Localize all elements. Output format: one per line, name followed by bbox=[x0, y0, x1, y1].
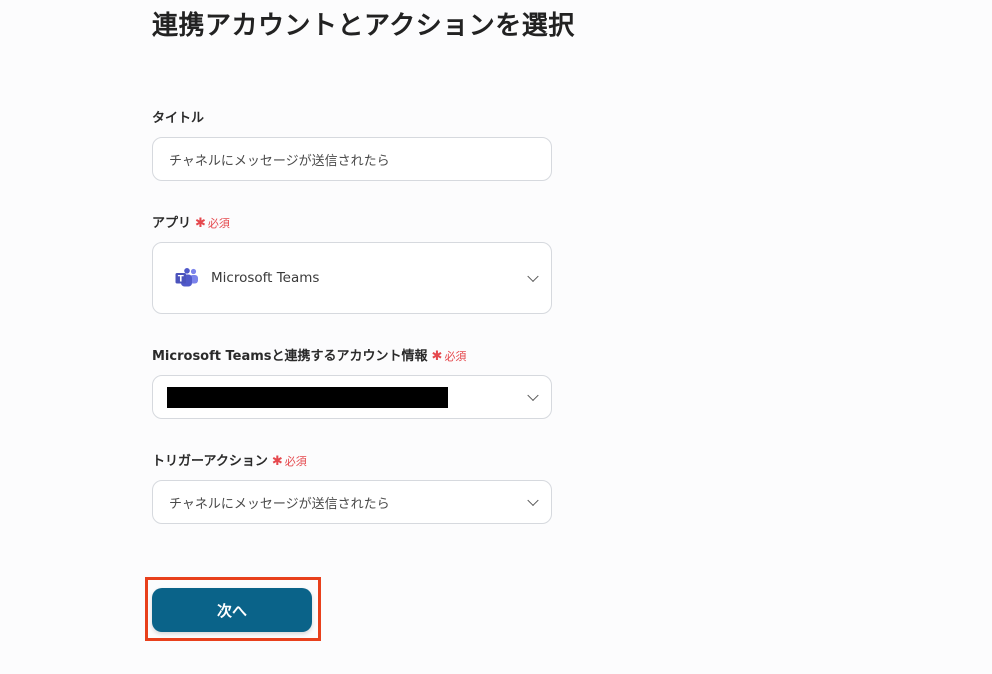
app-field-label: アプリ ✱ 必須 bbox=[152, 215, 230, 233]
required-indicator: ✱ 必須 bbox=[271, 454, 307, 469]
required-indicator: ✱ 必須 bbox=[195, 216, 230, 231]
app-select[interactable]: T Microsoft Teams bbox=[152, 242, 552, 314]
required-asterisk: ✱ bbox=[431, 349, 443, 364]
page-title: 連携アカウントとアクションを選択 bbox=[152, 11, 575, 41]
next-button[interactable]: 次へ bbox=[152, 588, 312, 632]
account-select[interactable] bbox=[152, 375, 552, 419]
required-text: 必須 bbox=[284, 455, 307, 468]
account-label-text: Microsoft Teamsと連携するアカウント情報 bbox=[152, 349, 428, 364]
trigger-select-value: チャネルにメッセージが送信されたら bbox=[169, 496, 390, 512]
trigger-field-label: トリガーアクション ✱ 必須 bbox=[152, 453, 307, 471]
required-asterisk: ✱ bbox=[271, 454, 283, 469]
app-select-value: Microsoft Teams bbox=[211, 270, 320, 286]
title-input-value: チャネルにメッセージが送信されたら bbox=[169, 153, 390, 169]
title-input[interactable]: チャネルにメッセージが送信されたら bbox=[152, 137, 552, 181]
required-indicator: ✱ 必須 bbox=[431, 349, 467, 364]
account-field-label: Microsoft Teamsと連携するアカウント情報 ✱ 必須 bbox=[152, 348, 466, 366]
app-label-text: アプリ bbox=[152, 216, 192, 231]
required-asterisk: ✱ bbox=[195, 216, 206, 231]
chevron-down-icon bbox=[527, 270, 539, 283]
microsoft-teams-icon: T bbox=[175, 268, 199, 288]
required-text: 必須 bbox=[207, 217, 230, 230]
title-field-label: タイトル bbox=[152, 110, 204, 128]
trigger-action-select[interactable]: チャネルにメッセージが送信されたら bbox=[152, 480, 552, 524]
svg-text:T: T bbox=[178, 275, 184, 285]
trigger-label-text: トリガーアクション bbox=[152, 454, 268, 469]
chevron-down-icon bbox=[527, 389, 539, 402]
redacted-account-value bbox=[167, 386, 448, 408]
required-text: 必須 bbox=[444, 350, 467, 363]
title-label-text: タイトル bbox=[152, 111, 205, 126]
chevron-down-icon bbox=[527, 494, 539, 507]
